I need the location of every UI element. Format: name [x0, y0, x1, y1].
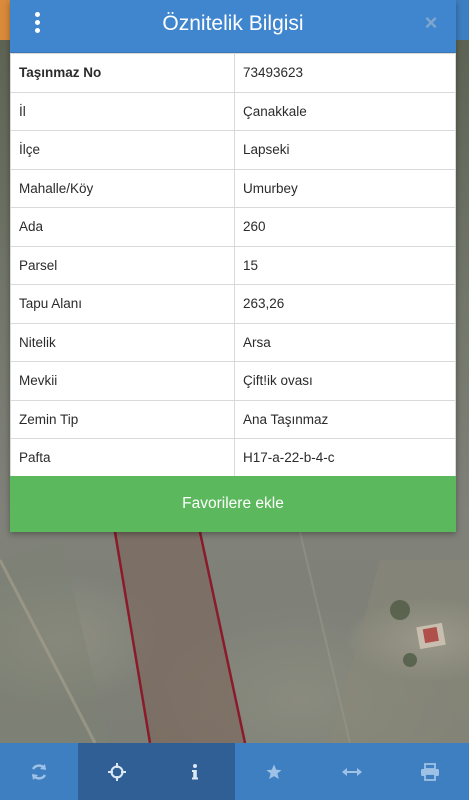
add-favorite-button[interactable]: Favorilere ekle — [10, 476, 456, 532]
locate-button[interactable] — [78, 743, 157, 800]
bottom-toolbar — [0, 743, 469, 800]
parcel-area — [115, 532, 245, 743]
favorites-button[interactable] — [235, 743, 313, 800]
table-row: Mevkii Çift!ik ovası — [10, 361, 456, 401]
dialog-header: Öznitelik Bilgisi × — [10, 0, 456, 53]
table-row: Nitelik Arsa — [10, 322, 456, 362]
attribute-key: Ada — [10, 207, 235, 247]
attribute-key: Taşınmaz No — [10, 53, 235, 93]
attribute-value: H17-a-22-b-4-c — [234, 438, 456, 478]
table-row: İl Çanakkale — [10, 91, 456, 131]
attribute-value: 73493623 — [234, 53, 456, 93]
attribute-key: Zemin Tip — [10, 399, 235, 439]
table-row: Zemin Tip Ana Taşınmaz — [10, 399, 456, 439]
print-icon — [420, 762, 439, 781]
dialog-title: Öznitelik Bilgisi — [162, 12, 304, 35]
refresh-icon — [32, 763, 47, 780]
crosshair-icon — [108, 762, 127, 781]
refresh-button[interactable] — [0, 743, 78, 800]
attribute-key: Pafta — [10, 438, 235, 478]
horizontal-arrows-icon — [341, 767, 362, 776]
attribute-value: 15 — [234, 245, 456, 285]
attribute-key: Nitelik — [10, 322, 235, 362]
attribute-value: Çanakkale — [234, 91, 456, 131]
table-row: Mahalle/Köy Umurbey — [10, 168, 456, 208]
info-icon — [192, 763, 199, 779]
measure-button[interactable] — [313, 743, 391, 800]
table-row: İlçe Lapseki — [10, 130, 456, 170]
info-button[interactable] — [156, 743, 235, 800]
attribute-value: Arsa — [234, 322, 456, 362]
close-icon[interactable]: × — [420, 10, 442, 36]
attribute-value: Çift!ik ovası — [234, 361, 456, 401]
print-button[interactable] — [391, 743, 469, 800]
attribute-value: Lapseki — [234, 130, 456, 170]
attribute-key: İl — [10, 91, 235, 131]
attribute-key: Parsel — [10, 245, 235, 285]
attribute-key: İlçe — [10, 130, 235, 170]
table-row: Pafta H17-a-22-b-4-c — [10, 438, 456, 478]
table-row: Tapu Alanı 263,26 — [10, 284, 456, 324]
attribute-value: 263,26 — [234, 284, 456, 324]
attribute-key: Mevkii — [10, 361, 235, 401]
table-row: Ada 260 — [10, 207, 456, 247]
attribute-value: Umurbey — [234, 168, 456, 208]
attribute-key: Tapu Alanı — [10, 284, 235, 324]
table-row: Parsel 15 — [10, 245, 456, 285]
attribute-info-dialog: Öznitelik Bilgisi × Taşınmaz No 73493623 İ… — [10, 0, 456, 532]
table-row: Taşınmaz No 73493623 — [10, 53, 456, 93]
star-icon — [266, 764, 282, 779]
attribute-value: Ana Taşınmaz — [234, 399, 456, 439]
attribute-key: Mahalle/Köy — [10, 168, 235, 208]
attribute-value: 260 — [234, 207, 456, 247]
attribute-table: Taşınmaz No 73493623 İl Çanakkale İlçe Lapsek… — [10, 53, 456, 478]
